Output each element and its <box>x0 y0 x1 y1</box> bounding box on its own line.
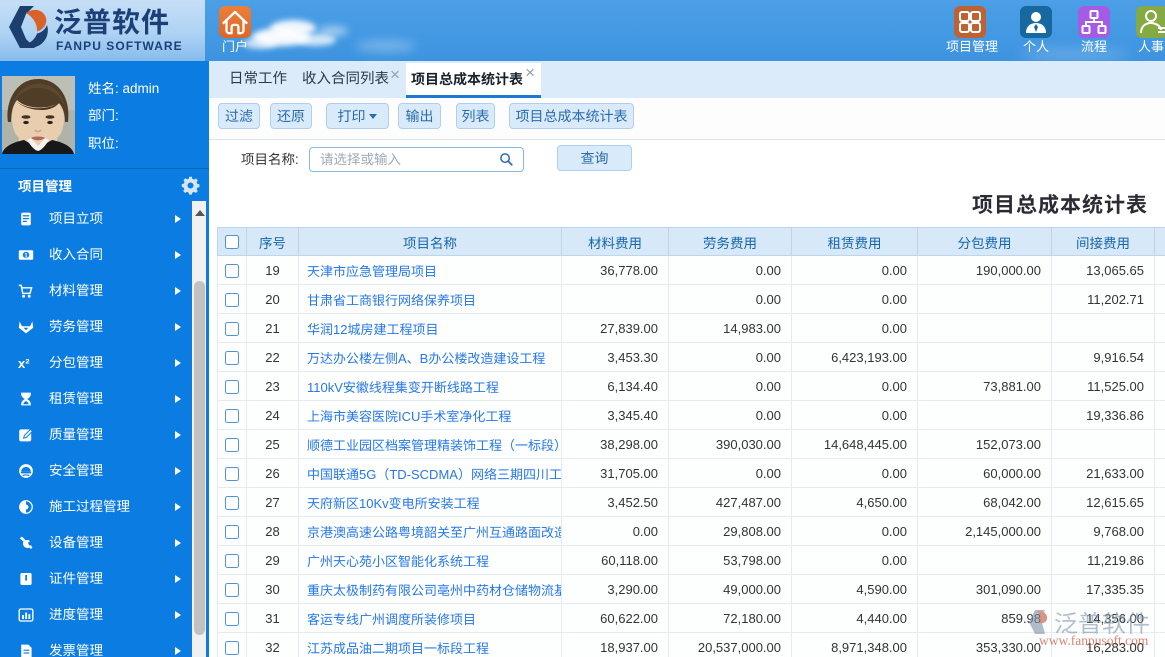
svg-text:x²: x² <box>18 356 30 371</box>
svg-text:1: 1 <box>24 252 28 259</box>
svg-text:www.fanpusoft.com: www.fanpusoft.com <box>1039 633 1149 648</box>
